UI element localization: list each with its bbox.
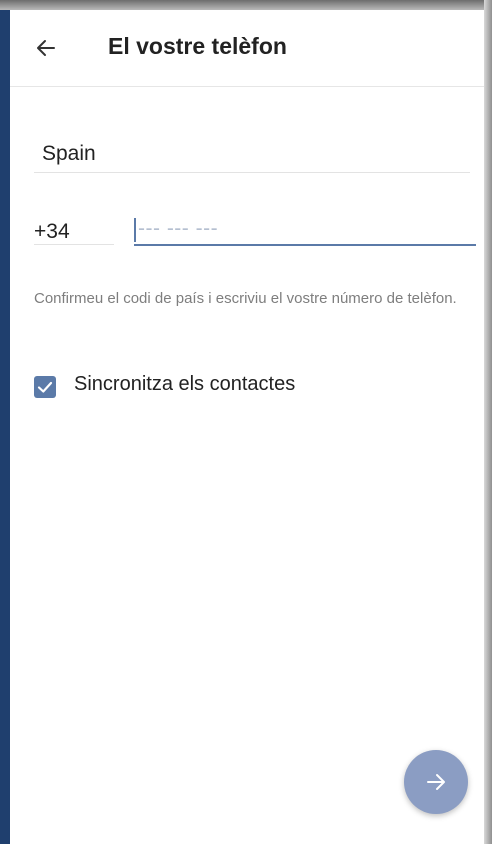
- next-button[interactable]: [404, 750, 468, 814]
- sync-contacts-option[interactable]: Sincronitza els contactes: [34, 372, 354, 402]
- text-cursor: [134, 218, 136, 242]
- device-frame-right: [484, 0, 492, 844]
- country-code-field[interactable]: +34: [34, 208, 114, 245]
- checkmark-icon: [37, 381, 53, 393]
- arrow-right-icon: [427, 774, 445, 790]
- sync-contacts-label: Sincronitza els contactes: [74, 373, 296, 395]
- phone-number-field[interactable]: [134, 208, 476, 246]
- page-title: El vostre telèfon: [108, 33, 287, 59]
- country-value: Spain: [42, 142, 96, 165]
- back-arrow-icon[interactable]: [34, 36, 58, 60]
- phone-number-input[interactable]: [138, 214, 468, 244]
- device-frame-top: [0, 0, 492, 10]
- hint-text: Confirmeu el codi de país i escriviu el …: [34, 290, 457, 307]
- top-app-bar: El vostre telèfon: [10, 10, 484, 87]
- country-code-value: +34: [34, 220, 70, 243]
- country-selector[interactable]: Spain: [34, 136, 470, 173]
- sync-contacts-checkbox[interactable]: [34, 376, 56, 398]
- app-screen: El vostre telèfon Spain +34 Confirmeu el…: [10, 10, 484, 844]
